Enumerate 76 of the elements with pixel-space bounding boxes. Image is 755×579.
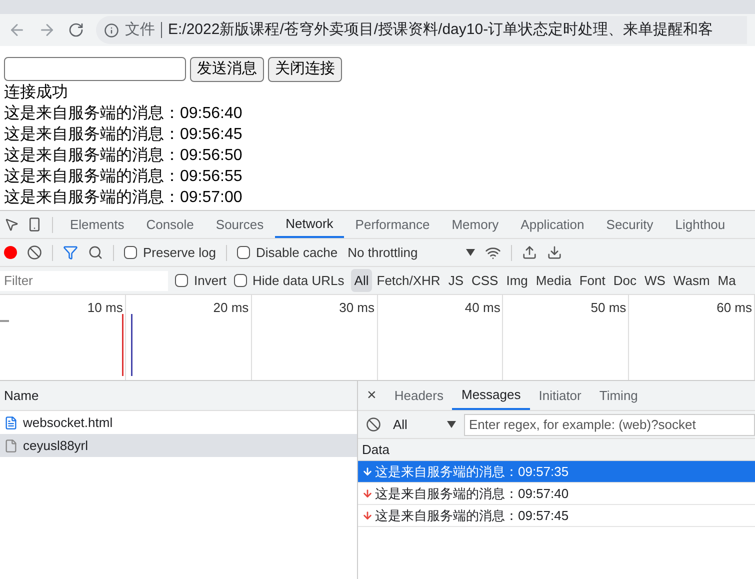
message-input[interactable] bbox=[4, 57, 186, 81]
type-filter-button[interactable]: Font bbox=[576, 268, 608, 292]
network-conditions-icon[interactable] bbox=[484, 244, 501, 260]
import-icon[interactable] bbox=[522, 245, 537, 260]
regex-field[interactable]: Enter regex, for example: (web)?socket bbox=[464, 414, 755, 436]
search-icon[interactable] bbox=[88, 245, 103, 260]
devtools-tab[interactable]: Sources bbox=[204, 211, 275, 238]
dropdown-caret-icon[interactable] bbox=[466, 249, 475, 256]
log-line: 这是来自服务端的消息：09:57:00 bbox=[4, 188, 242, 208]
file-icon bbox=[4, 438, 18, 452]
document-icon bbox=[4, 416, 18, 430]
inspect-icon[interactable] bbox=[4, 217, 19, 232]
url-text: E:/2022新版课程/苍穹外卖项目/授课资料/day10-订单状态定时处理、来单提醒和客 bbox=[168, 20, 714, 40]
type-filter-button[interactable]: Doc bbox=[610, 268, 640, 292]
type-filter-button[interactable]: Wasm bbox=[670, 268, 713, 292]
checkbox[interactable] bbox=[124, 246, 137, 259]
type-filter-button[interactable]: Fetch/XHR bbox=[374, 268, 444, 292]
message-row[interactable]: 这是来自服务端的消息：09:57:35 bbox=[358, 461, 755, 483]
page-button[interactable]: 关闭连接 bbox=[268, 56, 342, 82]
devtools-tab[interactable]: Security bbox=[595, 211, 664, 238]
type-filter-button[interactable]: All bbox=[351, 268, 372, 292]
timeline-tick: 20 ms bbox=[213, 299, 249, 317]
device-toolbar-icon[interactable] bbox=[27, 217, 42, 232]
log-line: 这是来自服务端的消息：09:56:50 bbox=[4, 146, 242, 166]
devtools-tab[interactable]: Console bbox=[135, 211, 205, 238]
timeline-tick: 50 ms bbox=[590, 299, 626, 317]
info-icon bbox=[104, 22, 119, 38]
type-filter-button[interactable]: CSS bbox=[468, 268, 502, 292]
devtools-tab[interactable]: Lighthou bbox=[664, 211, 736, 238]
arrow-down-icon bbox=[362, 488, 373, 499]
log-line: 这是来自服务端的消息：09:56:55 bbox=[4, 166, 242, 187]
timeline-tick: 30 ms bbox=[339, 299, 374, 317]
checkbox[interactable] bbox=[236, 246, 250, 259]
devtools-tab[interactable]: Elements bbox=[59, 211, 136, 238]
checkbox[interactable] bbox=[175, 274, 188, 287]
type-filter-button[interactable]: Media bbox=[532, 268, 574, 292]
message-type-dropdown[interactable]: All bbox=[389, 414, 439, 434]
filter-icon[interactable] bbox=[63, 245, 78, 260]
arrow-down-icon bbox=[362, 466, 373, 477]
timeline-tick: 40 ms bbox=[464, 299, 500, 317]
address-bar[interactable]: 文件 E:/2022新版课程/苍穹外卖项目/授课资料/day10-订单状态定时处理、来单提醒和客 bbox=[96, 16, 747, 44]
record-button[interactable] bbox=[4, 246, 17, 259]
devtools-tab[interactable]: Application bbox=[510, 211, 596, 238]
column-header: Data bbox=[362, 440, 390, 459]
log-line: 连接成功 bbox=[4, 82, 68, 103]
log-line: 这是来自服务端的消息：09:56:45 bbox=[4, 124, 242, 145]
timeline-tick: 10 ms bbox=[87, 299, 123, 317]
log-line: 这是来自服务端的消息：09:56:40 bbox=[4, 104, 242, 124]
request-row[interactable]: ceyusl88yrl bbox=[0, 434, 357, 457]
filter-field[interactable]: Filter bbox=[0, 270, 168, 290]
checkbox-label: Disable cache bbox=[256, 244, 338, 262]
type-filter-button[interactable]: JS bbox=[445, 268, 466, 292]
throttling-dropdown[interactable]: No throttling bbox=[348, 242, 456, 262]
devtools-tab[interactable]: Memory bbox=[440, 211, 510, 238]
reload-icon[interactable] bbox=[68, 22, 84, 38]
type-filter-button[interactable]: WS bbox=[641, 268, 668, 292]
dropdown-caret-icon[interactable] bbox=[447, 421, 456, 428]
checkbox-label: Preserve log bbox=[143, 244, 216, 262]
arrow-down-icon bbox=[362, 510, 373, 521]
type-filter-button[interactable]: Img bbox=[503, 268, 531, 292]
export-icon[interactable] bbox=[546, 245, 562, 260]
scheme-label: 文件 bbox=[125, 20, 155, 40]
checkbox-label: Invert bbox=[194, 272, 227, 290]
detail-tab[interactable]: Timing bbox=[590, 381, 647, 410]
page-button[interactable]: 发送消息 bbox=[190, 56, 264, 82]
type-filter-button[interactable]: Ma bbox=[714, 268, 739, 292]
close-button[interactable]: × bbox=[358, 384, 386, 408]
timeline-tick: 60 ms bbox=[716, 299, 752, 317]
clear-icon[interactable] bbox=[366, 417, 381, 432]
detail-tab[interactable]: Initiator bbox=[530, 381, 590, 410]
checkbox[interactable] bbox=[234, 274, 247, 287]
clear-icon[interactable] bbox=[27, 245, 42, 260]
devtools-tab[interactable]: Performance bbox=[344, 211, 441, 238]
column-header: Name bbox=[4, 386, 39, 405]
checkbox-label: Hide data URLs bbox=[252, 272, 344, 290]
detail-tab[interactable]: Headers bbox=[385, 381, 452, 410]
